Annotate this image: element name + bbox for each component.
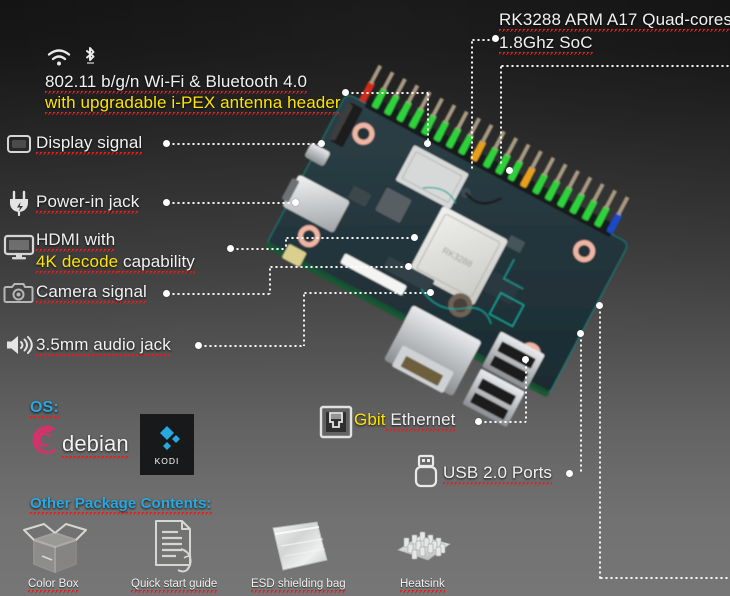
hdmi-capability-text: capability <box>118 252 195 274</box>
debian-swirl-logo <box>27 420 65 462</box>
connector-bottom-vertical <box>599 305 601 579</box>
connector-node-wifi-a <box>342 89 349 96</box>
connector-node-bottom <box>596 302 603 309</box>
usb-icon <box>414 454 438 488</box>
kodi-wordmark: KODI <box>154 455 180 466</box>
connector-node-usb-b <box>577 330 584 337</box>
kodi-logo <box>160 425 180 450</box>
connector-bottom-horizontal <box>599 577 730 579</box>
connector-power-jack <box>166 202 296 204</box>
product-diagram-canvas: RK3288 802.11 b/g/n Wi-Fi & Bluetooth 4.… <box>0 0 730 596</box>
connector-node-camera-b <box>405 263 412 270</box>
ethernet-text: Ethernet <box>385 410 456 432</box>
camera-signal-label: Camera signal <box>36 282 147 304</box>
connector-camera-seg2 <box>269 266 409 268</box>
connector-node-gpio <box>506 167 513 174</box>
connector-camera-seg1 <box>166 293 271 295</box>
connector-usb-vertical <box>580 333 582 473</box>
wifi-bt-line2: with upgradable i-PEX antenna header <box>45 93 341 115</box>
power-plug-icon <box>7 190 33 217</box>
usb-ports-label: USB 2.0 Ports <box>443 463 553 485</box>
quick-start-guide-caption: Quick start guide <box>131 578 218 593</box>
wifi-bt-line1: 802.11 b/g/n Wi-Fi & Bluetooth 4.0 <box>45 72 308 94</box>
connector-hdmi-seg1 <box>230 248 285 250</box>
board-photo: RK3288 <box>253 64 653 427</box>
esd-bag-caption: ESD shielding bag <box>251 578 346 593</box>
debian-label: debian <box>62 431 129 459</box>
connector-node-hdmi-b <box>411 234 418 241</box>
hdmi-4k-highlight: 4K decode <box>36 252 119 274</box>
rj45-icon <box>319 405 353 439</box>
connector-audio-seg2 <box>303 292 431 294</box>
gbit-highlight: Gbit <box>354 410 386 429</box>
connector-node-power-a <box>163 199 170 206</box>
display-connector-icon <box>7 135 31 153</box>
soc-line1: RK3288 ARM A17 Quad-cores <box>499 10 730 32</box>
connector-wifi <box>345 92 428 94</box>
bluetooth-icon <box>83 45 97 67</box>
connector-node-camera-a <box>163 290 170 297</box>
connector-node-hdmi-a <box>227 245 234 252</box>
connector-node-power-b <box>292 199 299 206</box>
heatsink-caption: Heatsink <box>400 578 445 593</box>
connector-hdmi-seg2 <box>285 237 415 239</box>
connector-audio-vertical <box>303 293 305 346</box>
os-heading: OS: <box>30 399 59 419</box>
document-hand-icon <box>148 518 206 574</box>
connector-soc-vertical <box>471 40 473 170</box>
display-signal-label: Display signal <box>36 133 143 155</box>
wifi-icon <box>46 47 72 67</box>
connector-node-display-b <box>318 140 325 147</box>
gbit-ethernet-label: Gbit Ethernet <box>354 410 456 432</box>
camera-icon <box>3 282 34 304</box>
open-box-icon <box>20 522 90 574</box>
power-in-jack-label: Power-in jack <box>36 192 140 214</box>
connector-node-usb-a <box>566 470 573 477</box>
connector-right-bracket-vertical <box>500 65 502 165</box>
connector-node-audio-b <box>427 289 434 296</box>
connector-camera-vertical <box>269 267 271 294</box>
connector-node-wifi-b <box>424 140 431 147</box>
connector-node-ethernet-a <box>475 418 482 425</box>
connector-ethernet-vertical <box>525 360 527 422</box>
package-heading: Other Package Contents: <box>30 495 212 515</box>
connector-node-display-a <box>163 140 170 147</box>
connector-hdmi-vertical <box>285 238 287 249</box>
speaker-icon <box>5 334 35 356</box>
connector-display-signal <box>166 143 322 145</box>
monitor-icon <box>3 234 35 260</box>
connector-ethernet-horizontal <box>478 421 526 423</box>
color-box-caption: Color Box <box>28 578 79 593</box>
connector-audio-seg1 <box>198 345 304 347</box>
esd-bag-photo <box>265 520 335 574</box>
connector-right-bracket-top <box>500 65 730 67</box>
connector-wifi-vertical <box>427 92 429 144</box>
hdmi-line1: HDMI with <box>36 230 116 252</box>
connector-node-soc <box>492 35 499 42</box>
audio-jack-label: 3.5mm audio jack <box>36 335 171 357</box>
kodi-logo-tile: KODI <box>140 414 194 475</box>
connector-node-ethernet-b <box>522 356 529 363</box>
connector-node-audio-a <box>195 342 202 349</box>
soc-line2: 1.8Ghz SoC <box>499 33 593 55</box>
heatsink-photo <box>392 524 456 572</box>
hdmi-line2: 4K decode capability <box>36 252 195 274</box>
